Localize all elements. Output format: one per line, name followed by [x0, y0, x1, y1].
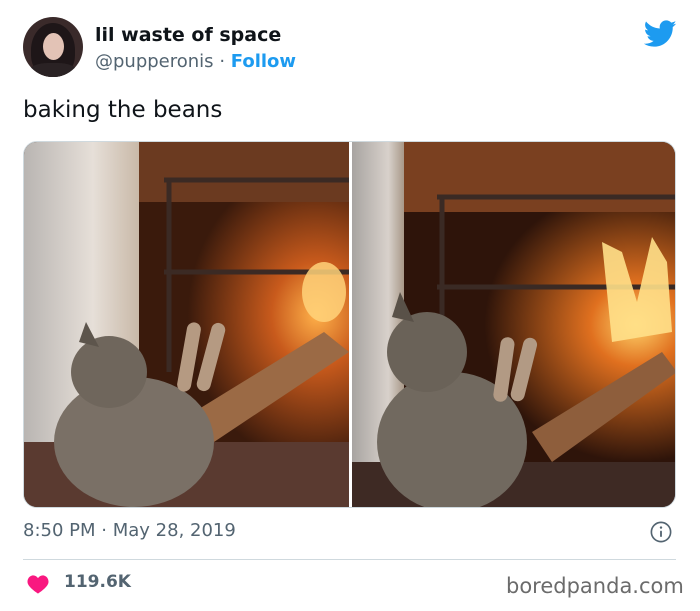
author-name[interactable]: lil waste of space [95, 24, 281, 46]
tweet-time: 8:50 PM [23, 520, 96, 541]
avatar-shirt [29, 63, 77, 77]
avatar[interactable] [23, 17, 83, 77]
handle-separator: · [219, 51, 226, 72]
author-handle[interactable]: @pupperonis [95, 51, 214, 72]
photo-image-1 [24, 142, 349, 507]
like-count[interactable]: 119.6K [64, 572, 131, 592]
photo-cat-fireplace-1[interactable] [24, 142, 349, 507]
watermark-source: boredpanda.com [506, 574, 684, 598]
photo-image-2 [352, 142, 675, 507]
tweet-text: baking the beans [23, 97, 223, 123]
tweet-date: May 28, 2019 [112, 520, 236, 541]
author-handle-line: @pupperonis · Follow [95, 51, 296, 72]
avatar-face [43, 33, 64, 60]
follow-button[interactable]: Follow [231, 51, 296, 72]
twitter-bird-icon[interactable] [644, 20, 677, 48]
heart-icon[interactable] [27, 574, 49, 594]
timestamp-separator: · [101, 520, 107, 541]
photo-cat-fireplace-2[interactable] [352, 142, 675, 507]
tweet-card: lil waste of space @pupperonis · Follow … [0, 0, 700, 611]
info-icon[interactable] [650, 521, 672, 543]
tweet-media[interactable] [23, 141, 676, 508]
tweet-timestamp[interactable]: 8:50 PM · May 28, 2019 [23, 520, 236, 541]
divider [23, 559, 676, 560]
